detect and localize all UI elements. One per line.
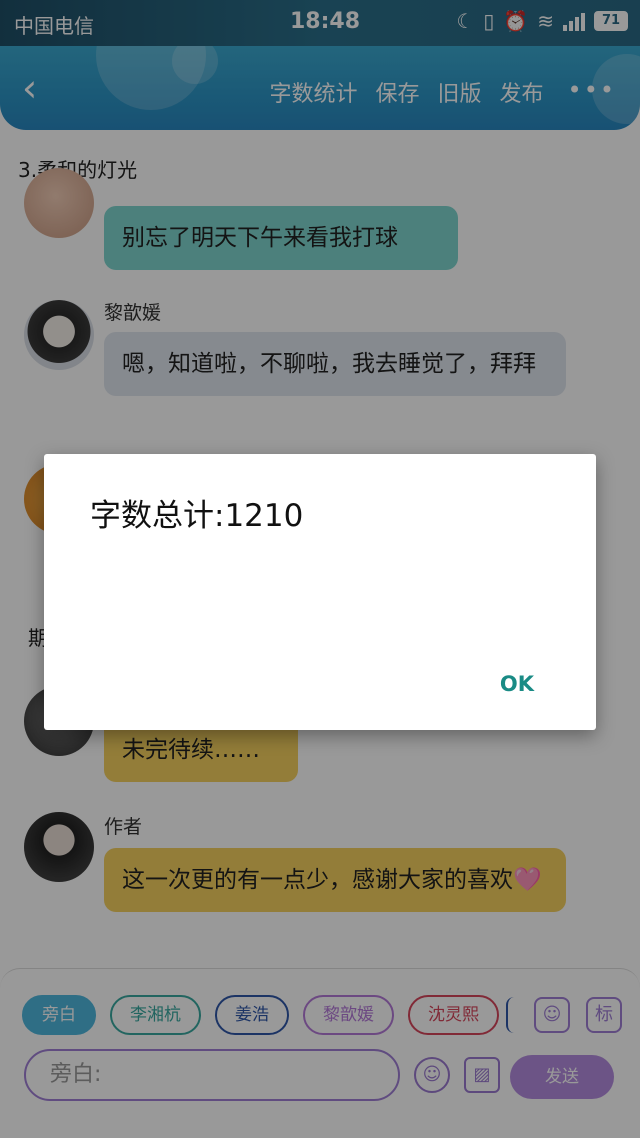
word-count-dialog: 字数总计:1210 OK xyxy=(44,454,596,730)
ok-button[interactable]: OK xyxy=(500,672,534,696)
dialog-message: 字数总计:1210 xyxy=(90,498,304,534)
